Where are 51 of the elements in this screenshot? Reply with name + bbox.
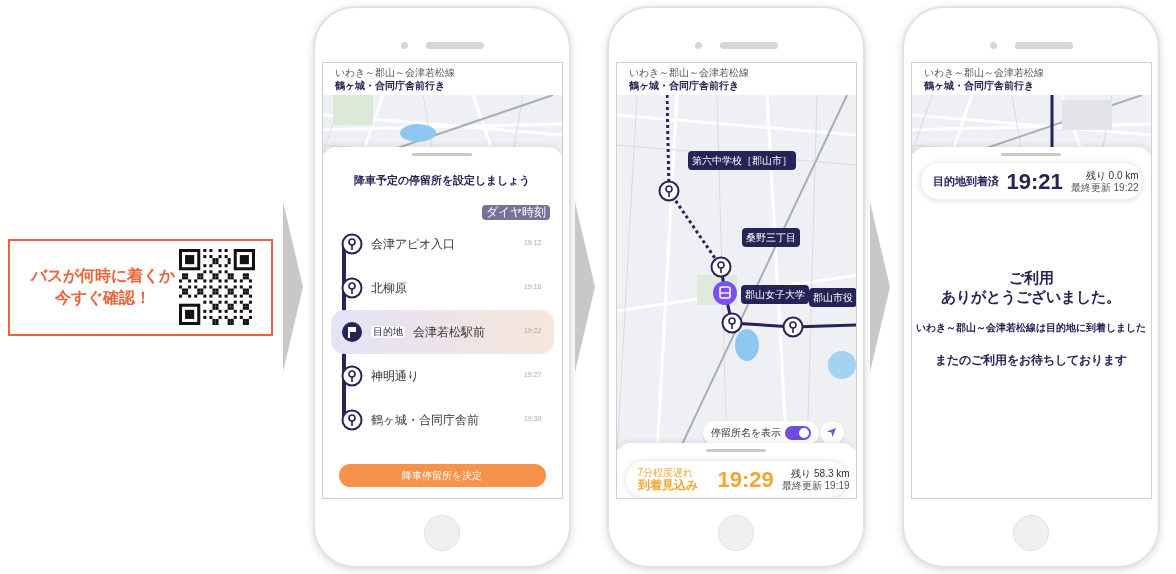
home-button[interactable]	[718, 514, 754, 551]
pin-icon	[657, 179, 680, 202]
route-name: いわき～郡山～会津若松線	[628, 66, 750, 79]
pin-icon	[340, 408, 363, 431]
promo-text: 今すぐ確認！	[54, 288, 151, 308]
arrival-time: 19:29	[717, 465, 774, 494]
destination-title: 鶴ヶ城・合同庁舎前行き	[923, 79, 1035, 92]
arrival-caption: 到着見込み	[637, 477, 698, 492]
home-button[interactable]	[424, 514, 460, 551]
timetable-badge: ダイヤ時刻	[481, 204, 550, 220]
pin-icon	[340, 276, 363, 299]
remaining-distance: 残り 58.3 km	[791, 467, 850, 480]
pin-icon	[340, 232, 363, 255]
home-button[interactable]	[1013, 514, 1049, 551]
last-updated: 最終更新 19:19	[781, 479, 850, 491]
navigation-arrow-icon	[826, 427, 837, 439]
route-name: いわき～郡山～会津若松線	[334, 66, 456, 79]
speaker-slot	[1014, 41, 1073, 49]
pin-icon	[340, 364, 363, 387]
promo-text: バスが何時に着くか	[30, 266, 175, 286]
sheet-handle[interactable]	[1001, 153, 1061, 156]
remaining-distance: 残り 0.0 km	[1085, 169, 1139, 182]
destination-tag: 目的地	[370, 325, 405, 338]
stop-name: 会津若松駅前	[412, 323, 486, 341]
last-updated: 最終更新 19:22	[1070, 181, 1139, 193]
toggle-switch[interactable]	[784, 425, 811, 440]
arrival-caption: 目的地到着済	[932, 173, 999, 189]
speaker-slot	[719, 41, 778, 49]
flag-icon	[340, 320, 363, 343]
thanks-heading: ご利用	[1008, 268, 1054, 287]
stop-name: 会津アピオ入口	[370, 235, 456, 253]
delay-text: 7分程度遅れ	[637, 466, 695, 478]
arrival-message: いわき～郡山～会津若松線は目的地に到着しました	[915, 321, 1147, 335]
thanks-heading: ありがとうございました。	[941, 287, 1121, 306]
pin-icon	[720, 311, 743, 334]
farewell-message: またのご利用をお待ちしております	[934, 352, 1128, 369]
pin-icon	[709, 255, 732, 278]
arrival-time: 19:21	[1006, 167, 1063, 196]
stop-name: 北柳原	[370, 279, 408, 297]
destination-title: 鶴ヶ城・合同庁舎前行き	[334, 79, 446, 92]
toggle-label: 停留所名を表示	[710, 426, 781, 441]
sheet-handle[interactable]	[412, 153, 472, 156]
route-name: いわき～郡山～会津若松線	[923, 66, 1045, 79]
sheet-title: 降車予定の停留所を設定しましょう	[353, 173, 531, 188]
bus-icon	[712, 280, 737, 305]
pin-icon	[781, 315, 804, 338]
sheet-handle[interactable]	[706, 449, 766, 452]
stop-name: 鶴ヶ城・合同庁舎前	[370, 411, 480, 429]
speaker-slot	[425, 41, 484, 49]
stop-name: 神明通り	[370, 367, 420, 385]
destination-title: 鶴ヶ城・合同庁舎前行き	[628, 79, 740, 92]
